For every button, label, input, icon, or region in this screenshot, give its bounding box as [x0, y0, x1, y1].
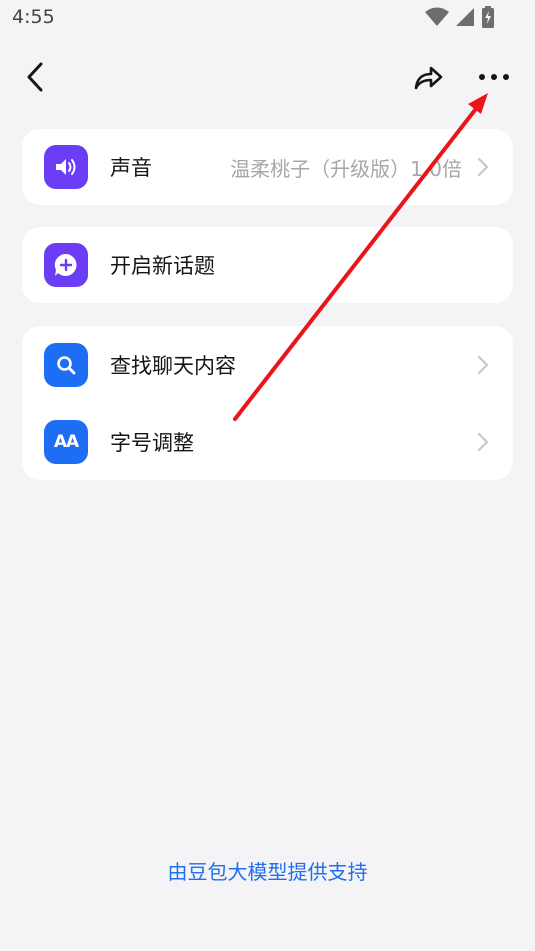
- voice-value: 温柔桃子（升级版）1.0倍: [230, 156, 462, 181]
- chevron-right-icon: [475, 431, 491, 453]
- new-topic-card: 开启新话题: [22, 227, 513, 303]
- status-icons: [425, 6, 495, 32]
- share-icon: [414, 66, 443, 90]
- signal-icon: [455, 7, 475, 31]
- back-button[interactable]: [18, 58, 52, 96]
- voice-label: 声音: [110, 156, 152, 180]
- new-topic-row[interactable]: 开启新话题: [22, 227, 513, 303]
- font-size-label: 字号调整: [110, 431, 194, 455]
- search-icon: [44, 343, 88, 387]
- chevron-right-icon: [475, 354, 491, 376]
- chevron-right-icon: [475, 156, 491, 178]
- speaker-icon: [44, 145, 88, 189]
- top-bar: [0, 52, 535, 102]
- powered-by-link[interactable]: 由豆包大模型提供支持: [0, 856, 535, 885]
- search-chat-label: 查找聊天内容: [110, 354, 236, 378]
- voice-card: 声音 温柔桃子（升级版）1.0倍: [22, 129, 513, 205]
- chat-plus-icon: [44, 243, 88, 287]
- search-chat-row[interactable]: 查找聊天内容: [22, 327, 513, 403]
- status-time: 4:55: [12, 6, 55, 28]
- share-button[interactable]: [408, 60, 448, 94]
- back-icon: [27, 62, 43, 92]
- font-size-icon: AA: [44, 420, 88, 464]
- font-size-row[interactable]: AA 字号调整: [22, 404, 513, 480]
- status-bar: 4:55: [0, 0, 535, 38]
- voice-row[interactable]: 声音 温柔桃子（升级版）1.0倍: [22, 129, 513, 205]
- font-size-icon-text: AA: [53, 432, 79, 452]
- battery-charging-icon: [481, 6, 495, 32]
- tools-card: 查找聊天内容 AA 字号调整: [22, 326, 513, 480]
- more-icon: [479, 74, 509, 80]
- new-topic-label: 开启新话题: [110, 254, 215, 278]
- screen: 4:55 声音 温柔桃子（升级版）1.0倍 开启新话题 查找聊天内容 AA 字号…: [0, 0, 535, 951]
- wifi-icon: [425, 7, 449, 31]
- more-button[interactable]: [474, 60, 514, 94]
